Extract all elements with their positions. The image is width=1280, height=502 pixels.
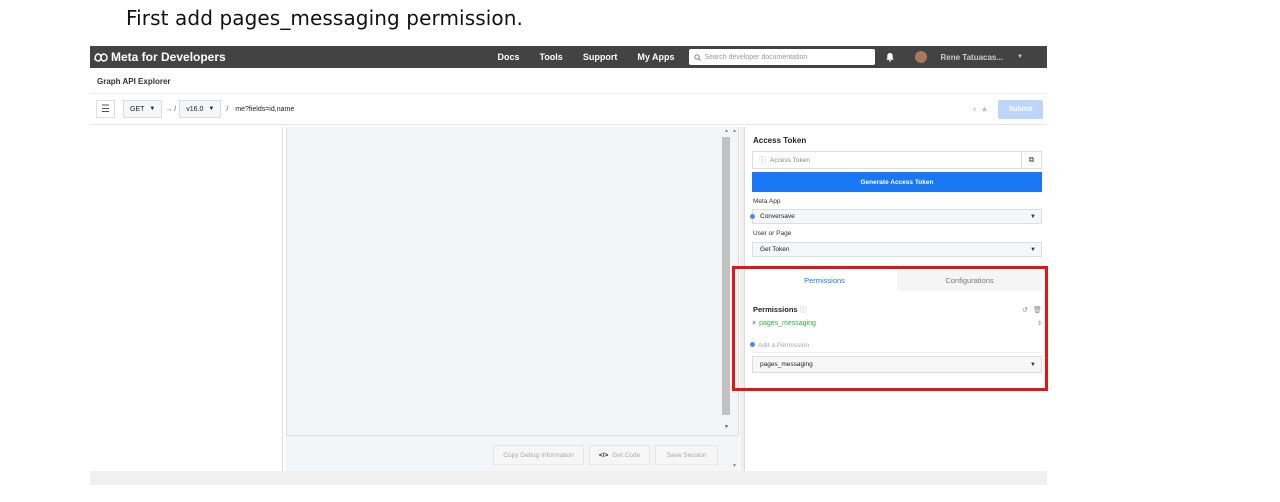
meta-app-select[interactable]: Conversave ▼ bbox=[752, 209, 1042, 224]
user-or-page-label: User or Page bbox=[753, 230, 792, 237]
nav-links: Docs Tools Support My Apps Search develo… bbox=[487, 49, 1047, 65]
version-value: v16.0 bbox=[186, 105, 204, 113]
scroll-down-icon[interactable]: ▼ bbox=[724, 424, 729, 430]
search-icon bbox=[693, 53, 701, 61]
access-token-placeholder: Access Token bbox=[770, 156, 810, 164]
user-name: Rene Tatuacas... bbox=[940, 52, 1004, 62]
page-title: Graph API Explorer bbox=[90, 68, 1047, 94]
chevron-down-icon: ▼ bbox=[1017, 54, 1023, 60]
copy-icon[interactable]: ⧉ bbox=[1021, 151, 1041, 169]
get-code-button[interactable]: </> Get Code bbox=[589, 445, 650, 465]
scroll-down-icon[interactable]: ▼ bbox=[732, 463, 737, 469]
get-code-label: Get Code bbox=[612, 451, 641, 459]
path-arrow: → / bbox=[165, 105, 177, 113]
clear-icon[interactable]: × bbox=[972, 105, 977, 114]
nav-tools[interactable]: Tools bbox=[539, 52, 562, 62]
star-icon[interactable]: ★ bbox=[981, 105, 988, 114]
search-placeholder: Search developer documentation bbox=[704, 53, 808, 61]
code-icon: </> bbox=[598, 451, 609, 459]
info-icon: ⓘ bbox=[759, 157, 766, 164]
access-token-field[interactable]: ⓘ Access Token ⧉ bbox=[752, 151, 1042, 169]
query-path-input[interactable]: me?fields=id,name × ★ bbox=[231, 100, 992, 118]
user-or-page-select[interactable]: Get Token ▼ bbox=[752, 242, 1042, 257]
nav-docs[interactable]: Docs bbox=[497, 52, 519, 62]
meta-app-label: Meta App bbox=[753, 198, 781, 205]
meta-app-value: Conversave bbox=[760, 213, 795, 220]
bell-icon[interactable] bbox=[885, 52, 895, 62]
response-pane bbox=[286, 127, 739, 472]
user-menu[interactable]: Rene Tatuacas... ▼ bbox=[914, 51, 1034, 63]
avatar bbox=[914, 51, 927, 63]
chevron-down-icon: ▼ bbox=[208, 106, 215, 112]
access-token-title: Access Token bbox=[753, 136, 807, 145]
chevron-down-icon: ▼ bbox=[149, 106, 156, 112]
query-path-value: me?fields=id,name bbox=[235, 105, 295, 113]
method-select[interactable]: GET ▼ bbox=[123, 100, 163, 118]
nav-my-apps[interactable]: My Apps bbox=[637, 52, 674, 62]
save-session-button[interactable]: Save Session bbox=[655, 445, 718, 465]
response-scrollbar[interactable] bbox=[722, 137, 730, 415]
path-slash: / bbox=[226, 105, 229, 113]
query-bar: ☰ GET ▼ → / v16.0 ▼ / me?fields=id,name … bbox=[90, 94, 1047, 125]
instruction-caption: First add pages_messaging permission. bbox=[126, 6, 523, 30]
doc-search-input[interactable]: Search developer documentation bbox=[688, 49, 875, 65]
submit-button[interactable]: Submit bbox=[998, 99, 1043, 119]
version-select[interactable]: v16.0 ▼ bbox=[179, 100, 222, 118]
response-actions-bar: Copy Debug Information </> Get Code Save… bbox=[286, 435, 739, 472]
user-or-page-value: Get Token bbox=[760, 246, 790, 253]
generate-access-token-button[interactable]: Generate Access Token bbox=[752, 172, 1042, 192]
top-nav-bar: Meta for Developers Docs Tools Support M… bbox=[90, 46, 1047, 68]
chevron-down-icon: ▼ bbox=[1030, 213, 1036, 220]
cursor-dot-icon bbox=[750, 214, 755, 219]
highlight-box bbox=[732, 266, 1048, 391]
copy-debug-button[interactable]: Copy Debug Information bbox=[493, 445, 584, 465]
meta-infinity-icon bbox=[94, 52, 108, 62]
brand-name: Meta for Developers bbox=[111, 50, 226, 64]
meta-logo[interactable]: Meta for Developers bbox=[94, 50, 226, 64]
chevron-down-icon: ▼ bbox=[1030, 246, 1036, 253]
nav-support[interactable]: Support bbox=[583, 52, 618, 62]
field-tree-pane bbox=[90, 127, 283, 472]
menu-icon[interactable]: ☰ bbox=[96, 100, 115, 118]
page-footer-strip bbox=[90, 471, 1047, 485]
scroll-up-icon[interactable]: ▲ bbox=[724, 128, 729, 134]
scroll-up-icon[interactable]: ▲ bbox=[732, 128, 737, 134]
method-value: GET bbox=[130, 105, 145, 113]
